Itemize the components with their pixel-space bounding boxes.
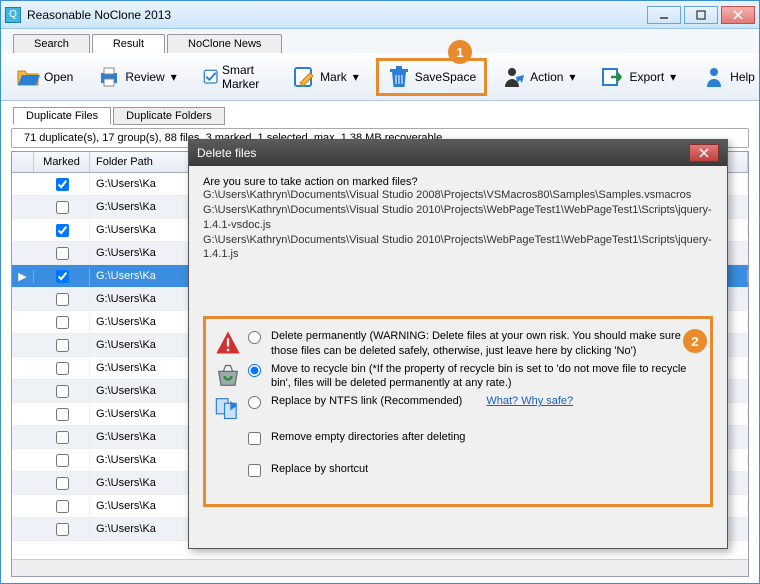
col-path[interactable]: Folder Path bbox=[90, 152, 195, 172]
chk-shortcut[interactable] bbox=[248, 464, 261, 477]
col-selector[interactable] bbox=[12, 152, 34, 172]
row-mark-checkbox[interactable] bbox=[56, 224, 69, 237]
help-button[interactable]: Help ▾ bbox=[693, 60, 760, 94]
label-remove-empty: Remove empty directories after deleting bbox=[271, 430, 465, 444]
export-icon bbox=[601, 65, 625, 89]
user-help-icon bbox=[702, 65, 726, 89]
label-recycle-bin: Move to recycle bin (*If the property of… bbox=[271, 362, 702, 391]
smart-marker-button[interactable]: Smart Marker bbox=[194, 58, 277, 96]
row-mark-checkbox[interactable] bbox=[56, 477, 69, 490]
maximize-button[interactable] bbox=[684, 6, 718, 24]
check-icon bbox=[203, 65, 218, 89]
h-scrollbar[interactable] bbox=[12, 559, 748, 576]
link-files-icon bbox=[214, 394, 242, 422]
sub-tabs: Duplicate Files Duplicate Folders bbox=[1, 101, 759, 125]
printer-icon bbox=[97, 65, 121, 89]
radio-delete-permanent[interactable] bbox=[248, 331, 261, 344]
tab-news[interactable]: NoClone News bbox=[167, 34, 282, 53]
minimize-button[interactable] bbox=[647, 6, 681, 24]
edit-icon bbox=[292, 65, 316, 89]
dialog-body: Are you sure to take action on marked fi… bbox=[189, 166, 727, 548]
row-mark-checkbox[interactable] bbox=[56, 201, 69, 214]
open-button[interactable]: Open bbox=[7, 60, 82, 94]
chevron-down-icon: ▾ bbox=[567, 70, 577, 84]
row-mark-checkbox[interactable] bbox=[56, 247, 69, 260]
chk-remove-empty[interactable] bbox=[248, 432, 261, 445]
mark-button[interactable]: Mark ▾ bbox=[283, 60, 370, 94]
row-mark-checkbox[interactable] bbox=[56, 362, 69, 375]
row-mark-checkbox[interactable] bbox=[56, 431, 69, 444]
app-icon: Q bbox=[5, 7, 21, 23]
dialog-titlebar[interactable]: Delete files bbox=[189, 140, 727, 166]
recycle-icon bbox=[214, 362, 242, 390]
chevron-down-icon: ▾ bbox=[169, 70, 179, 84]
row-mark-checkbox[interactable] bbox=[56, 408, 69, 421]
tab-result[interactable]: Result bbox=[92, 34, 165, 53]
row-mark-checkbox[interactable] bbox=[56, 454, 69, 467]
toolbar: Open Review ▾ Smart Marker Mark ▾ SaveSp… bbox=[1, 53, 759, 101]
row-mark-checkbox[interactable] bbox=[56, 385, 69, 398]
radio-recycle-bin[interactable] bbox=[248, 364, 261, 377]
row-mark-checkbox[interactable] bbox=[56, 293, 69, 306]
trash-icon bbox=[387, 65, 411, 89]
savespace-button[interactable]: SaveSpace bbox=[376, 58, 487, 96]
radio-ntfs-link[interactable] bbox=[248, 396, 261, 409]
label-shortcut: Replace by shortcut bbox=[271, 462, 368, 476]
tab-search[interactable]: Search bbox=[13, 34, 90, 53]
callout-badge-2: 2 bbox=[683, 329, 707, 353]
warning-icon bbox=[214, 329, 242, 357]
why-safe-link[interactable]: What? Why safe? bbox=[486, 395, 573, 407]
dialog-title: Delete files bbox=[197, 146, 256, 160]
dialog-file-list: G:\Users\Kathryn\Documents\Visual Studio… bbox=[203, 188, 713, 262]
row-mark-checkbox[interactable] bbox=[56, 339, 69, 352]
row-mark-checkbox[interactable] bbox=[56, 270, 69, 283]
titlebar[interactable]: Q Reasonable NoClone 2013 bbox=[1, 1, 759, 29]
action-button[interactable]: Action ▾ bbox=[493, 60, 586, 94]
dialog-prompt: Are you sure to take action on marked fi… bbox=[203, 176, 713, 188]
close-button[interactable] bbox=[721, 6, 755, 24]
tab-dup-folders[interactable]: Duplicate Folders bbox=[113, 107, 225, 125]
folder-open-icon bbox=[16, 65, 40, 89]
chevron-down-icon: ▾ bbox=[351, 70, 361, 84]
delete-files-dialog: Delete files Are you sure to take action… bbox=[188, 139, 728, 549]
row-mark-checkbox[interactable] bbox=[56, 178, 69, 191]
callout-badge-1: 1 bbox=[448, 40, 472, 64]
col-marked[interactable]: Marked bbox=[34, 152, 90, 172]
row-mark-checkbox[interactable] bbox=[56, 523, 69, 536]
label-delete-permanent: Delete permanently (WARNING: Delete file… bbox=[271, 329, 702, 358]
label-ntfs-link: Replace by NTFS link (Recommended)What? … bbox=[271, 394, 573, 408]
window-title: Reasonable NoClone 2013 bbox=[27, 8, 171, 22]
row-mark-checkbox[interactable] bbox=[56, 316, 69, 329]
export-button[interactable]: Export ▾ bbox=[592, 60, 687, 94]
dialog-close-button[interactable] bbox=[689, 144, 719, 162]
row-mark-checkbox[interactable] bbox=[56, 500, 69, 513]
main-tabs: Search Result NoClone News bbox=[1, 29, 759, 53]
chevron-down-icon: ▾ bbox=[668, 70, 678, 84]
review-button[interactable]: Review ▾ bbox=[88, 60, 187, 94]
delete-options-panel: Delete permanently (WARNING: Delete file… bbox=[203, 316, 713, 507]
user-action-icon bbox=[502, 65, 526, 89]
tab-dup-files[interactable]: Duplicate Files bbox=[13, 107, 111, 125]
